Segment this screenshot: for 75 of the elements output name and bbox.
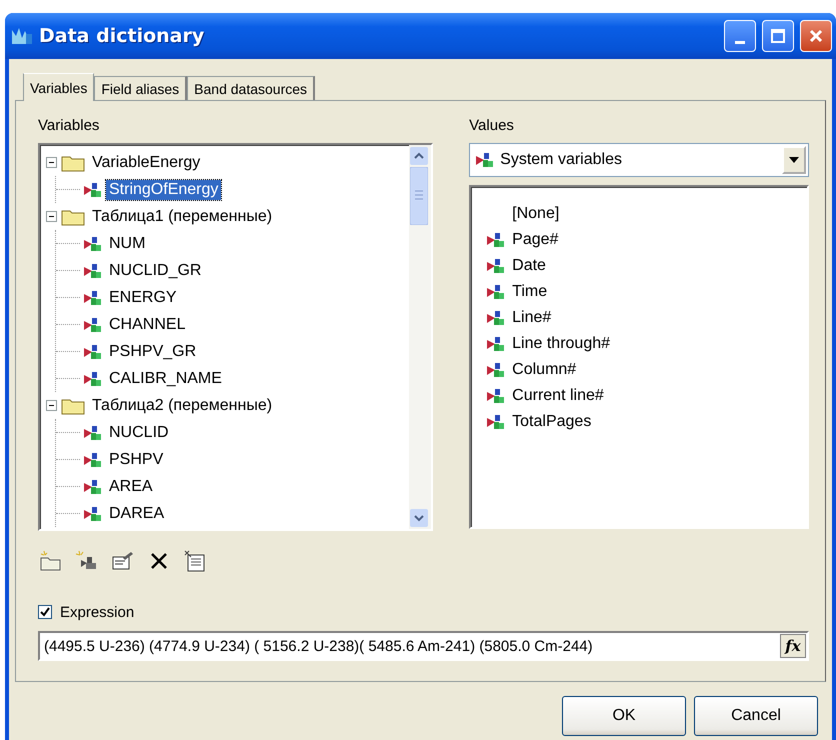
dialog-button[interactable]: OK bbox=[562, 696, 686, 736]
variable-icon bbox=[84, 182, 102, 198]
variable-icon bbox=[84, 316, 102, 332]
tree-item[interactable]: Таблица2 (переменные) bbox=[89, 396, 276, 416]
list-item[interactable]: Date bbox=[509, 256, 549, 276]
list-item[interactable]: Column# bbox=[509, 360, 580, 380]
values-dropdown[interactable]: System variables bbox=[469, 143, 809, 177]
tree-item[interactable]: Таблица1 (переменные) bbox=[89, 206, 276, 226]
window-title: Data dictionary bbox=[39, 25, 206, 47]
variable-icon bbox=[84, 424, 102, 440]
variable-icon bbox=[487, 362, 506, 378]
tab[interactable]: Variables bbox=[23, 73, 94, 101]
variable-icon bbox=[84, 452, 102, 468]
tree-item[interactable]: AREA bbox=[106, 476, 156, 496]
tree-item[interactable]: PSHPV_GR bbox=[106, 342, 200, 362]
list-item[interactable]: TotalPages bbox=[509, 412, 594, 432]
list-item[interactable]: Time bbox=[509, 282, 550, 302]
variable-icon bbox=[84, 344, 102, 360]
tree-item[interactable]: NUCLID bbox=[106, 422, 172, 442]
list-item[interactable]: Page# bbox=[509, 230, 562, 250]
app-icon bbox=[11, 26, 33, 46]
collapse-icon[interactable] bbox=[46, 211, 57, 222]
variable-icon bbox=[487, 258, 506, 274]
tree-item[interactable]: DAREA bbox=[106, 504, 168, 524]
collapse-icon[interactable] bbox=[46, 157, 57, 168]
list-item[interactable]: [None] bbox=[509, 204, 562, 224]
tab[interactable]: Band datasources bbox=[187, 76, 316, 100]
minimize-icon bbox=[735, 40, 745, 44]
tree-item[interactable]: CALIBR_NAME bbox=[106, 368, 225, 388]
tab[interactable]: Field aliases bbox=[94, 76, 188, 100]
maximize-button[interactable] bbox=[762, 20, 794, 52]
variable-icon bbox=[84, 370, 102, 386]
list-item[interactable]: Line# bbox=[509, 308, 554, 328]
caret-icon bbox=[789, 157, 799, 163]
maximize-icon bbox=[770, 28, 786, 44]
variable-icon bbox=[84, 478, 102, 494]
variable-icon bbox=[84, 290, 102, 306]
variable-icon bbox=[487, 336, 506, 352]
checkbox-label: Expression bbox=[60, 604, 134, 620]
scroll-up-icon[interactable] bbox=[410, 147, 428, 165]
tree-item[interactable]: PSHPV bbox=[106, 450, 166, 470]
dialog-button[interactable]: Cancel bbox=[694, 696, 818, 736]
scroll-thumb[interactable] bbox=[410, 167, 428, 225]
variable-icon bbox=[487, 414, 506, 430]
folder-icon bbox=[61, 154, 85, 172]
function-button[interactable]: fx bbox=[780, 634, 806, 658]
dropdown-button[interactable] bbox=[782, 146, 806, 174]
section-label: Variables bbox=[38, 116, 100, 135]
section-label: Values bbox=[469, 116, 515, 135]
tree-item[interactable]: VariableEnergy bbox=[89, 152, 204, 172]
tree-item[interactable]: CHANNEL bbox=[106, 314, 188, 334]
variable-icon bbox=[84, 506, 102, 522]
folder-icon bbox=[61, 208, 85, 226]
folder-icon bbox=[61, 396, 85, 414]
tree-item[interactable]: ENERGY bbox=[106, 288, 180, 308]
list-item[interactable]: Current line# bbox=[509, 386, 607, 406]
close-icon bbox=[808, 28, 824, 44]
scroll-down-icon[interactable] bbox=[410, 509, 428, 527]
collapse-icon[interactable] bbox=[46, 400, 57, 411]
variable-icon bbox=[487, 232, 506, 248]
variable-icon bbox=[84, 262, 102, 278]
expression-checkbox[interactable] bbox=[38, 605, 52, 619]
tree-item[interactable]: NUM bbox=[106, 234, 148, 254]
minimize-button[interactable] bbox=[724, 20, 756, 52]
variable-icon bbox=[487, 284, 506, 300]
variable-icon bbox=[476, 152, 494, 168]
list-item[interactable]: Line through# bbox=[509, 334, 614, 354]
scrollbar[interactable] bbox=[409, 145, 432, 529]
tree-item[interactable]: StringOfEnergy bbox=[106, 180, 222, 200]
expression-field[interactable]: (4495.5 U-236) (4774.9 U-234) ( 5156.2 U-238)( 5485.6 Am-241) (5805.0 Cm-244) fx bbox=[38, 631, 809, 661]
variable-icon bbox=[487, 310, 506, 326]
tree-item[interactable]: NUCLID_GR bbox=[106, 260, 204, 280]
close-button[interactable] bbox=[800, 20, 832, 52]
variable-icon bbox=[487, 388, 506, 404]
variable-icon bbox=[84, 236, 102, 252]
